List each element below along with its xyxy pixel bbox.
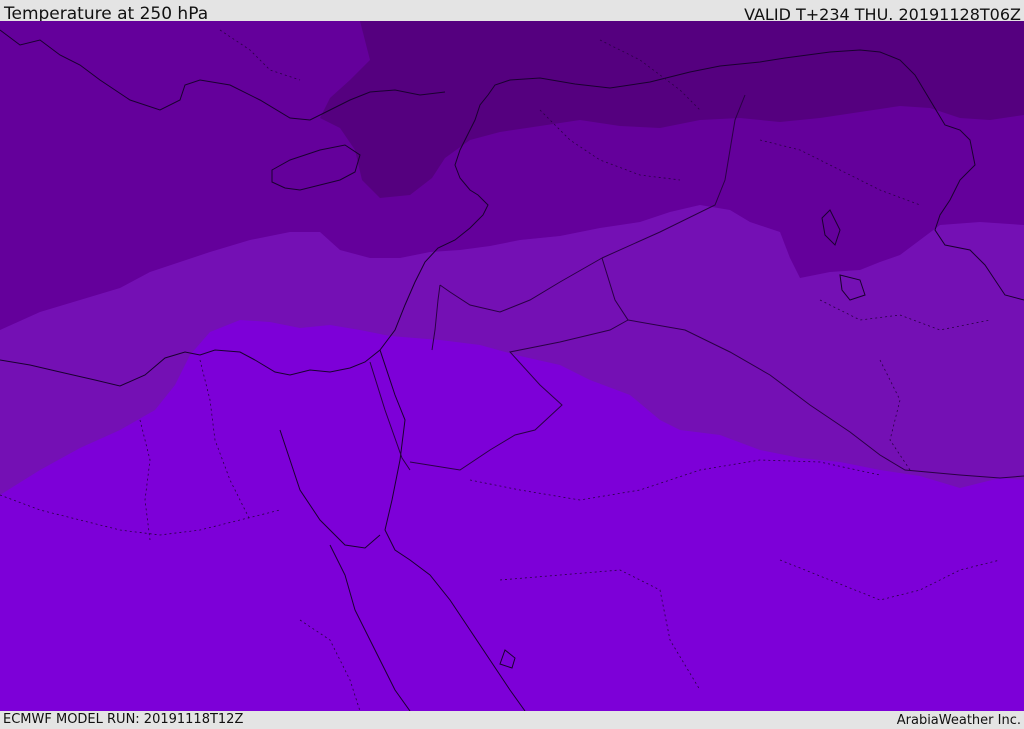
model-run-label: ECMWF MODEL RUN: 20191118T12Z — [3, 712, 244, 727]
temperature-field-svg — [0, 21, 1024, 711]
weather-map[interactable] — [0, 21, 1024, 711]
footer-bar: ECMWF MODEL RUN: 20191118T12Z ArabiaWeat… — [0, 711, 1024, 729]
credit-label: ArabiaWeather Inc. — [896, 713, 1021, 728]
header-bar: Temperature at 250 hPa VALID T+234 THU. … — [0, 0, 1024, 24]
